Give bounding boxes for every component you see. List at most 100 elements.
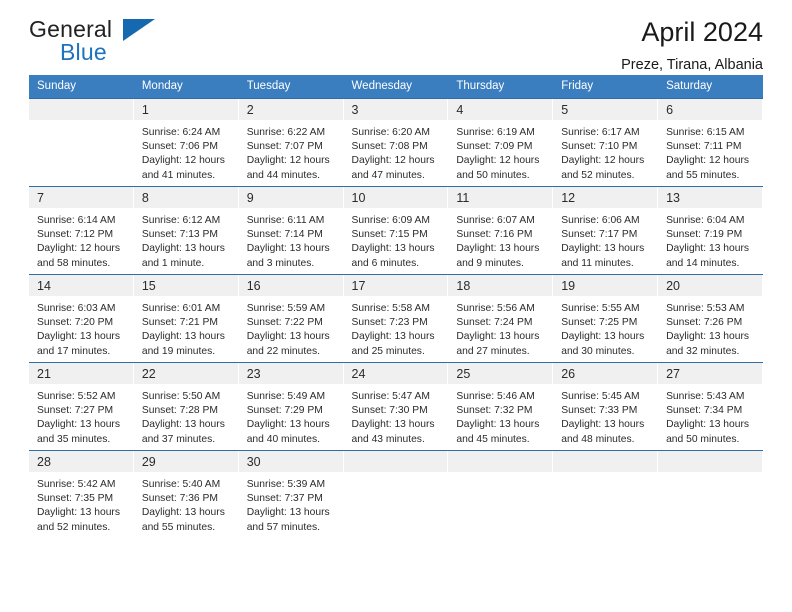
daylight-text-cont: and 25 minutes.: [351, 345, 425, 357]
day-details: Sunrise: 5:49 AM Sunset: 7:29 PM Daylight:…: [239, 384, 344, 447]
day-details: Sunrise: 5:56 AM Sunset: 7:24 PM Daylight:…: [448, 296, 553, 359]
sunrise-text: Sunrise: 5:39 AM: [246, 479, 326, 490]
day-details: Sunrise: 5:46 AM Sunset: 7:32 PM Daylight:…: [448, 384, 553, 447]
calendar-day-cell[interactable]: 21 Sunrise: 5:52 AM Sunset: 7:27 PM Dayligh…: [29, 362, 134, 451]
daylight-text: Daylight: 13 hours: [37, 507, 120, 519]
day-number: [343, 451, 449, 472]
sunrise-text: Sunrise: 6:20 AM: [351, 127, 430, 138]
day-number: 30: [238, 451, 344, 472]
daylight-text: Daylight: 13 hours: [37, 419, 120, 431]
daylight-text: Daylight: 12 hours: [37, 243, 120, 255]
calendar-day-cell[interactable]: 4 Sunrise: 6:19 AM Sunset: 7:09 PM Daylight…: [448, 98, 554, 187]
sunset-text: Sunset: 7:25 PM: [561, 317, 638, 329]
daylight-text: Daylight: 12 hours: [246, 155, 330, 167]
day-number: 22: [133, 363, 239, 384]
calendar-day-cell[interactable]: 24 Sunrise: 5:47 AM Sunset: 7:30 PM Dayligh…: [343, 362, 449, 451]
brand-logo: General Blue: [29, 17, 239, 65]
calendar-day-cell[interactable]: 2 Sunrise: 6:22 AM Sunset: 7:07 PM Daylight…: [238, 98, 344, 187]
day-number: 16: [238, 275, 344, 296]
sunset-text: Sunset: 7:22 PM: [246, 317, 323, 329]
day-number: 19: [553, 275, 659, 296]
day-details: Sunrise: 6:17 AM Sunset: 7:10 PM Daylight:…: [553, 120, 658, 183]
daylight-text: Daylight: 13 hours: [456, 419, 540, 431]
calendar-day-cell[interactable]: 9 Sunrise: 6:11 AM Sunset: 7:14 PM Daylight…: [238, 186, 344, 275]
sunset-text: Sunset: 7:14 PM: [246, 229, 323, 241]
daylight-text-cont: and 30 minutes.: [561, 345, 635, 357]
calendar-day-cell[interactable]: 11 Sunrise: 6:07 AM Sunset: 7:16 PM Dayligh…: [448, 186, 554, 275]
day-details: [658, 472, 763, 478]
calendar-day-cell[interactable]: 28 Sunrise: 5:42 AM Sunset: 7:35 PM Dayligh…: [29, 450, 134, 536]
calendar-day-cell-empty: [448, 450, 554, 536]
daylight-text-cont: and 17 minutes.: [37, 345, 111, 357]
daylight-text-cont: and 48 minutes.: [561, 433, 635, 445]
day-number: 27: [658, 363, 763, 384]
calendar-day-cell[interactable]: 27 Sunrise: 5:43 AM Sunset: 7:34 PM Dayligh…: [658, 362, 763, 451]
day-details: [448, 472, 553, 478]
calendar-day-cell[interactable]: 12 Sunrise: 6:06 AM Sunset: 7:17 PM Dayligh…: [553, 186, 659, 275]
daylight-text: Daylight: 12 hours: [561, 155, 645, 167]
daylight-text-cont: and 52 minutes.: [37, 521, 111, 533]
day-number: 14: [29, 275, 134, 296]
sunrise-text: Sunrise: 5:47 AM: [351, 391, 430, 402]
daylight-text-cont: and 22 minutes.: [246, 345, 320, 357]
calendar-day-cell[interactable]: 6 Sunrise: 6:15 AM Sunset: 7:11 PM Daylight…: [658, 98, 763, 187]
daylight-text-cont: and 52 minutes.: [561, 169, 635, 181]
sunset-text: Sunset: 7:09 PM: [456, 141, 533, 153]
sunrise-text: Sunrise: 6:24 AM: [141, 127, 221, 138]
calendar-day-cell[interactable]: 22 Sunrise: 5:50 AM Sunset: 7:28 PM Dayligh…: [133, 362, 239, 451]
day-number: [448, 451, 554, 472]
sunrise-text: Sunrise: 5:56 AM: [456, 303, 535, 314]
sunrise-text: Sunrise: 5:52 AM: [37, 391, 116, 402]
sunrise-text: Sunrise: 6:19 AM: [456, 127, 535, 138]
calendar-day-cell[interactable]: 16 Sunrise: 5:59 AM Sunset: 7:22 PM Dayligh…: [238, 274, 344, 363]
sunrise-text: Sunrise: 6:15 AM: [666, 127, 745, 138]
calendar-day-cell[interactable]: 7 Sunrise: 6:14 AM Sunset: 7:12 PM Daylight…: [29, 186, 134, 275]
calendar-day-cell[interactable]: 14 Sunrise: 6:03 AM Sunset: 7:20 PM Dayligh…: [29, 274, 134, 363]
daylight-text-cont: and 6 minutes.: [351, 257, 420, 269]
calendar-day-cell[interactable]: 23 Sunrise: 5:49 AM Sunset: 7:29 PM Dayligh…: [238, 362, 344, 451]
calendar-day-cell[interactable]: 17 Sunrise: 5:58 AM Sunset: 7:23 PM Dayligh…: [343, 274, 449, 363]
calendar-day-cell[interactable]: 29 Sunrise: 5:40 AM Sunset: 7:36 PM Dayligh…: [133, 450, 239, 536]
calendar-day-cell[interactable]: 8 Sunrise: 6:12 AM Sunset: 7:13 PM Daylight…: [133, 186, 239, 275]
sunrise-text: Sunrise: 5:43 AM: [666, 391, 745, 402]
calendar-day-cell[interactable]: 1 Sunrise: 6:24 AM Sunset: 7:06 PM Daylight…: [133, 98, 239, 187]
day-number: 5: [553, 99, 659, 120]
daylight-text: Daylight: 13 hours: [246, 419, 330, 431]
sunrise-text: Sunrise: 6:04 AM: [666, 215, 745, 226]
daylight-text-cont: and 50 minutes.: [456, 169, 530, 181]
day-details: Sunrise: 5:42 AM Sunset: 7:35 PM Daylight:…: [29, 472, 134, 535]
daylight-text: Daylight: 13 hours: [456, 331, 540, 343]
calendar-day-cell[interactable]: 19 Sunrise: 5:55 AM Sunset: 7:25 PM Dayligh…: [553, 274, 659, 363]
day-details: Sunrise: 5:40 AM Sunset: 7:36 PM Daylight:…: [134, 472, 239, 535]
calendar-day-cell[interactable]: 13 Sunrise: 6:04 AM Sunset: 7:19 PM Dayligh…: [658, 186, 763, 275]
calendar-day-cell[interactable]: 25 Sunrise: 5:46 AM Sunset: 7:32 PM Dayligh…: [448, 362, 554, 451]
weekday-header-monday: Monday: [133, 75, 239, 99]
daylight-text-cont: and 37 minutes.: [141, 433, 216, 445]
sunrise-text: Sunrise: 5:45 AM: [561, 391, 640, 402]
weekday-header-wednesday: Wednesday: [343, 75, 449, 99]
calendar-day-cell[interactable]: 30 Sunrise: 5:39 AM Sunset: 7:37 PM Dayligh…: [238, 450, 344, 536]
day-number: 11: [448, 187, 554, 208]
title-block: April 2024 Preze, Tirana, Albania: [621, 16, 763, 76]
sunset-text: Sunset: 7:21 PM: [141, 317, 218, 329]
calendar-day-cell[interactable]: 20 Sunrise: 5:53 AM Sunset: 7:26 PM Dayligh…: [658, 274, 763, 363]
day-details: Sunrise: 5:43 AM Sunset: 7:34 PM Daylight:…: [658, 384, 763, 447]
calendar-day-cell[interactable]: 3 Sunrise: 6:20 AM Sunset: 7:08 PM Daylight…: [343, 98, 449, 187]
calendar-week-row: 28 Sunrise: 5:42 AM Sunset: 7:35 PM Dayligh…: [29, 450, 763, 536]
calendar-day-cell[interactable]: 10 Sunrise: 6:09 AM Sunset: 7:15 PM Dayligh…: [343, 186, 449, 275]
day-details: Sunrise: 6:11 AM Sunset: 7:14 PM Daylight:…: [239, 208, 344, 271]
sunset-text: Sunset: 7:29 PM: [246, 405, 323, 417]
day-number: 25: [448, 363, 554, 384]
sunset-text: Sunset: 7:06 PM: [141, 141, 218, 153]
daylight-text: Daylight: 13 hours: [561, 419, 645, 431]
day-number: 23: [238, 363, 344, 384]
day-number: [658, 451, 763, 472]
calendar-day-cell[interactable]: 26 Sunrise: 5:45 AM Sunset: 7:33 PM Dayligh…: [553, 362, 659, 451]
calendar-day-cell[interactable]: 15 Sunrise: 6:01 AM Sunset: 7:21 PM Dayligh…: [133, 274, 239, 363]
calendar-day-cell[interactable]: 5 Sunrise: 6:17 AM Sunset: 7:10 PM Daylight…: [553, 98, 659, 187]
sunset-text: Sunset: 7:35 PM: [37, 493, 114, 505]
daylight-text: Daylight: 13 hours: [666, 243, 750, 255]
daylight-text: Daylight: 12 hours: [456, 155, 540, 167]
daylight-text-cont: and 47 minutes.: [351, 169, 425, 181]
calendar-day-cell[interactable]: 18 Sunrise: 5:56 AM Sunset: 7:24 PM Dayligh…: [448, 274, 554, 363]
